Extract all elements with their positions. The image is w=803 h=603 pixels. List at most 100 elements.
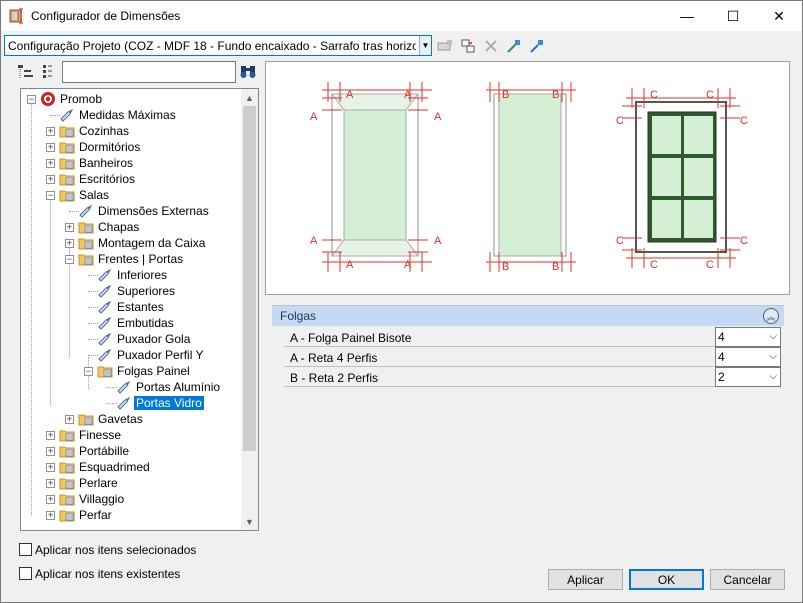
- expand-icon[interactable]: +: [65, 239, 74, 248]
- binoculars-icon[interactable]: [239, 63, 257, 81]
- tree-item[interactable]: + Perfar: [21, 507, 241, 523]
- collapse-icon[interactable]: −: [84, 367, 93, 376]
- tag-icon: [78, 203, 94, 219]
- tree-item[interactable]: − Frentes | Portas: [21, 251, 241, 267]
- expand-icon[interactable]: +: [46, 479, 55, 488]
- tree-item-label: Frentes | Portas: [98, 252, 184, 266]
- chevron-down-icon[interactable]: ⌵: [769, 331, 777, 342]
- checkbox-unchecked[interactable]: [19, 567, 32, 580]
- collapse-icon[interactable]: −: [65, 255, 74, 264]
- tree-item[interactable]: Estantes: [21, 299, 241, 315]
- chevron-down-icon[interactable]: ⌵: [769, 371, 777, 382]
- tree-item[interactable]: − Folgas Painel: [21, 363, 241, 379]
- export-icon[interactable]: [528, 37, 546, 55]
- tree-item[interactable]: + Portábille: [21, 443, 241, 459]
- tree-item-label: Gavetas: [98, 412, 143, 426]
- collapse-tree-icon[interactable]: [39, 63, 57, 81]
- tree-root[interactable]: − Promob: [21, 91, 241, 107]
- tree-item[interactable]: Dimensões Externas: [21, 203, 241, 219]
- property-value-select[interactable]: 2 ⌵: [715, 367, 781, 387]
- scroll-thumb[interactable]: [243, 106, 256, 451]
- chevron-down-icon[interactable]: ⌵: [769, 351, 777, 362]
- config-select-value: Configuração Projeto (COZ - MDF 18 - Fun…: [8, 39, 416, 53]
- chevron-up-icon[interactable]: ︽: [763, 308, 779, 324]
- expand-icon[interactable]: +: [46, 143, 55, 152]
- tree-item-label: Puxador Perfil Y: [117, 348, 204, 362]
- tree-item-label: Dormitórios: [79, 140, 141, 154]
- edit-config-icon[interactable]: [459, 37, 477, 55]
- property-value-select[interactable]: 4 ⌵: [715, 347, 781, 367]
- folgas-group-header[interactable]: Folgas ︽: [272, 305, 784, 326]
- tree-item-label: Cozinhas: [79, 124, 130, 138]
- expand-icon[interactable]: +: [46, 127, 55, 136]
- folder-icon: [78, 235, 94, 251]
- tree-item[interactable]: Inferiores: [21, 267, 241, 283]
- expand-icon[interactable]: +: [46, 495, 55, 504]
- expand-icon[interactable]: +: [46, 447, 55, 456]
- property-value-select[interactable]: 4 ⌵: [715, 327, 781, 347]
- cancel-button[interactable]: Cancelar: [710, 569, 785, 590]
- tree-item[interactable]: + Montagem da Caixa: [21, 235, 241, 251]
- preview-panel: AA AA AA AA BB BB C C C C C C C C: [265, 61, 790, 295]
- tree-item[interactable]: Puxador Gola: [21, 331, 241, 347]
- expand-icon[interactable]: +: [46, 511, 55, 520]
- tree-item[interactable]: Portas Vidro: [21, 395, 241, 411]
- scroll-up-icon[interactable]: ▲: [241, 89, 258, 106]
- maximize-button[interactable]: ☐: [710, 1, 756, 31]
- tree-item[interactable]: + Villaggio: [21, 491, 241, 507]
- close-button[interactable]: ✕: [756, 1, 802, 31]
- folder-icon: [78, 251, 94, 267]
- tree-item[interactable]: + Banheiros: [21, 155, 241, 171]
- ok-button[interactable]: OK: [629, 569, 704, 590]
- apply-button[interactable]: Aplicar: [548, 569, 623, 590]
- tree-item[interactable]: + Esquadrimed: [21, 459, 241, 475]
- property-value: 4: [718, 350, 725, 364]
- tree-item[interactable]: + Cozinhas: [21, 123, 241, 139]
- tree-item[interactable]: + Gavetas: [21, 411, 241, 427]
- tree-item[interactable]: Medidas Máximas: [21, 107, 241, 123]
- diagram-two-profile-panel: B B B B: [486, 82, 576, 273]
- tree-item[interactable]: Puxador Perfil Y: [21, 347, 241, 363]
- tree-item-label: Folgas Painel: [117, 364, 190, 378]
- tree-item[interactable]: + Perlare: [21, 475, 241, 491]
- tree-item[interactable]: + Escritórios: [21, 171, 241, 187]
- folder-icon: [78, 219, 94, 235]
- tree-item[interactable]: Embutidas: [21, 315, 241, 331]
- import-icon[interactable]: [505, 37, 523, 55]
- expand-tree-icon[interactable]: [17, 63, 35, 81]
- delete-icon[interactable]: [482, 37, 500, 55]
- add-config-icon[interactable]: [436, 37, 454, 55]
- collapse-icon[interactable]: −: [46, 191, 55, 200]
- tree-scrollbar[interactable]: ▲ ▼: [241, 89, 258, 530]
- expand-icon[interactable]: +: [65, 415, 74, 424]
- tag-icon: [97, 315, 113, 331]
- expand-icon[interactable]: +: [46, 431, 55, 440]
- svg-text:A: A: [310, 111, 318, 123]
- tree-item-label: Chapas: [98, 220, 140, 234]
- minimize-button[interactable]: —: [664, 1, 710, 31]
- chevron-down-icon[interactable]: ▼: [419, 36, 431, 55]
- expand-icon[interactable]: +: [65, 223, 74, 232]
- scroll-down-icon[interactable]: ▼: [241, 513, 258, 530]
- config-select[interactable]: Configuração Projeto (COZ - MDF 18 - Fun…: [4, 35, 432, 56]
- folder-icon: [59, 139, 75, 155]
- tree-item[interactable]: + Chapas: [21, 219, 241, 235]
- search-input[interactable]: [62, 61, 236, 83]
- tree-item[interactable]: − Salas: [21, 187, 241, 203]
- tree-item[interactable]: + Dormitórios: [21, 139, 241, 155]
- svg-text:B: B: [502, 89, 509, 101]
- tree-item[interactable]: Superiores: [21, 283, 241, 299]
- tree-item[interactable]: + Finesse: [21, 427, 241, 443]
- tree-item-label: Inferiores: [117, 268, 168, 282]
- expand-icon[interactable]: +: [46, 159, 55, 168]
- tag-icon: [97, 299, 113, 315]
- tree-item[interactable]: Portas Alumínio: [21, 379, 241, 395]
- expand-icon[interactable]: +: [46, 175, 55, 184]
- tree-item-label: Villaggio: [79, 492, 125, 506]
- expand-icon[interactable]: +: [46, 463, 55, 472]
- checkbox-unchecked[interactable]: [19, 543, 32, 556]
- category-tree[interactable]: − Promob Medidas Máximas + Cozinhas + Dormitór…: [20, 88, 259, 531]
- tag-icon: [97, 267, 113, 283]
- tree-item-label-selected: Portas Vidro: [134, 396, 204, 410]
- collapse-icon[interactable]: −: [27, 95, 36, 104]
